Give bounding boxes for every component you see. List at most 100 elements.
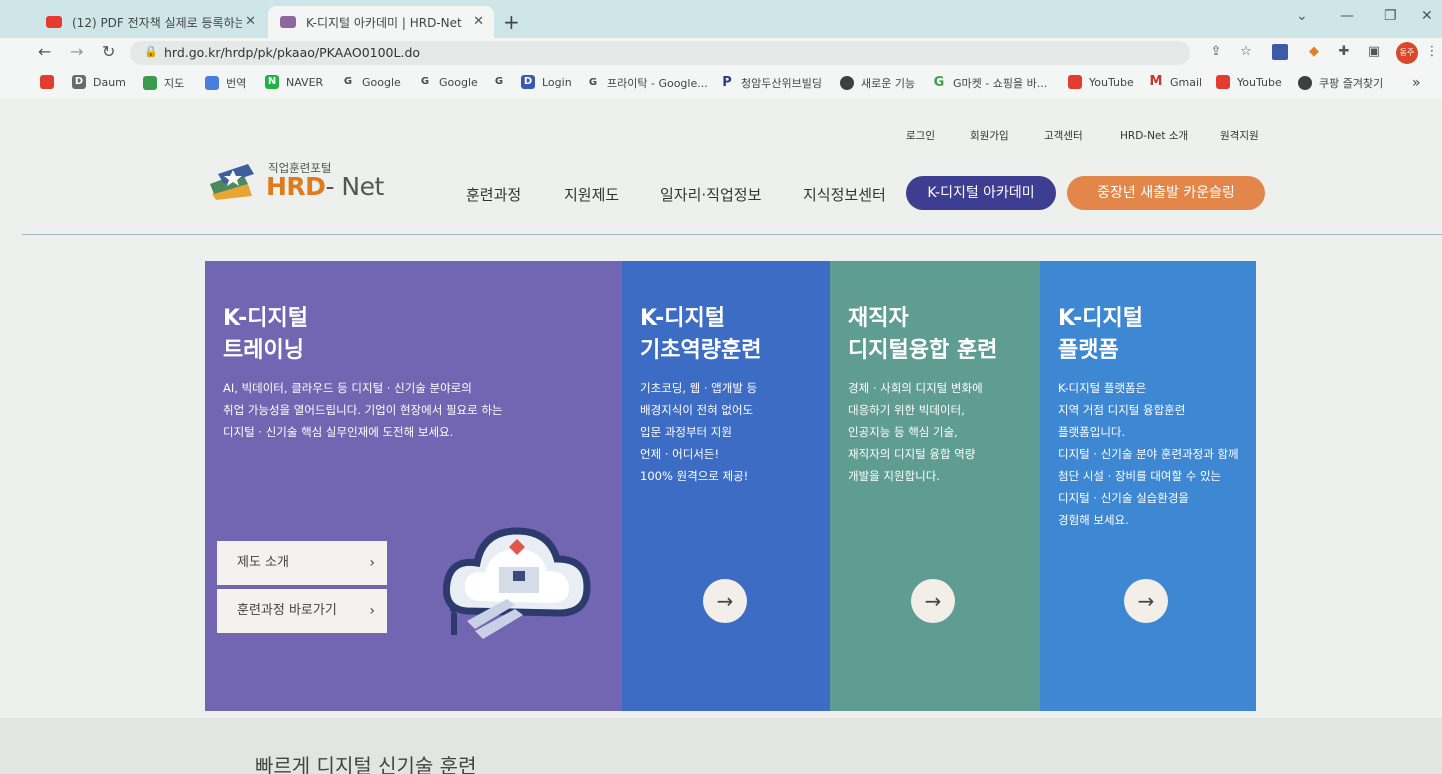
address-bar[interactable]: 🔒 hrd.go.kr/hrdp/pk/pkaao/PKAAO0100L.do: [130, 41, 1190, 65]
chevron-right-icon: ›: [369, 603, 375, 619]
panel-description: 기초코딩, 웹 · 앱개발 등 배경지식이 전혀 없어도 입문 과정부터 지원 언제 …: [640, 381, 758, 483]
web-page: 로그인 회원가입 고객센터 HRD-Net 소개 원격지원 직업훈련포털 HRD…: [0, 98, 1442, 774]
panel-description: K-디지털 플랫폼은 지역 거점 디지털 융합훈련 플랫폼입니다. 디지털 · 신기술…: [1058, 381, 1239, 527]
panel-description: 경제 · 사회의 디지털 변화에 대응하기 위한 빅데이터, 인공지능 등 핵심 기…: [848, 381, 983, 483]
bookmark-google[interactable]: G: [492, 75, 513, 89]
share-icon[interactable]: ⇪: [1208, 44, 1224, 60]
reload-button[interactable]: ↻: [102, 42, 115, 61]
bookmark-youtube[interactable]: YouTube: [1068, 75, 1134, 89]
bookmark-label: 지도: [164, 77, 185, 90]
arrow-right-button[interactable]: →: [1124, 579, 1168, 623]
bookmark-map[interactable]: 지도: [143, 75, 184, 91]
panel-k-digital-platform: K-디지털 플랫폼 K-디지털 플랫폼은 지역 거점 디지털 융합훈련 플랫폼입니다.…: [1040, 261, 1256, 711]
bookmark-label: Google: [439, 75, 478, 89]
url-text[interactable]: hrd.go.kr/hrdp/pk/pkaao/PKAAO0100L.do: [164, 45, 420, 60]
bookmark-coupang[interactable]: 쿠팡 즐겨찾기: [1298, 75, 1383, 91]
bookmark-star-icon[interactable]: ☆: [1238, 44, 1254, 60]
panel-title: K-디지털 기초역량훈련: [640, 306, 762, 363]
naver-icon: N: [265, 75, 279, 89]
bookmark-label: 새로운 기능: [861, 77, 916, 90]
bookmark-label: Daum: [93, 75, 126, 89]
new-tab-button[interactable]: +: [503, 10, 520, 34]
google-icon: G: [343, 76, 353, 87]
google-icon: G: [588, 77, 598, 88]
close-window-button[interactable]: ✕: [1421, 8, 1433, 24]
arrow-right-button[interactable]: →: [703, 579, 747, 623]
program-intro-button[interactable]: 제도 소개 ›: [217, 541, 387, 585]
tab-strip: (12) PDF 전자책 실제로 등록하는 ✕ K-디지털 아카데미 | HRD…: [0, 0, 1442, 38]
browser-tab-active[interactable]: K-디지털 아카데미 | HRD-Net ✕: [268, 6, 494, 38]
bookmark-label: YouTube: [1089, 75, 1134, 89]
login-link[interactable]: 로그인: [906, 128, 935, 143]
youtube-icon: [1216, 75, 1230, 89]
bookmark-gmarket[interactable]: G G마켓 - 쇼핑을 바...: [932, 75, 1048, 91]
more-bookmarks-icon[interactable]: »: [1412, 75, 1421, 91]
panel-worker-convergence: 재직자 디지털융합 훈련 경제 · 사회의 디지털 변화에 대응하기 위한 빅데이터…: [830, 261, 1042, 711]
bookmark-youtube[interactable]: YouTube: [1216, 75, 1282, 89]
youtube-icon: [40, 75, 54, 89]
midlife-counseling-button[interactable]: 중장년 새출발 카운슬링: [1067, 176, 1265, 210]
sidepanel-icon[interactable]: ▣: [1366, 44, 1382, 60]
bookmark-daum[interactable]: D Daum: [72, 75, 126, 89]
google-icon: G: [494, 76, 504, 87]
browser-tab[interactable]: (12) PDF 전자책 실제로 등록하는 ✕: [34, 6, 266, 38]
bookmark-naver[interactable]: N NAVER: [265, 75, 323, 89]
chevron-right-icon: ›: [369, 555, 375, 571]
panel-k-digital-training: K-디지털 트레이닝 AI, 빅데이터, 클라우드 등 디지털 · 신기술 분야로…: [205, 261, 629, 711]
nav-training-courses[interactable]: 훈련과정: [466, 184, 521, 205]
menu-icon[interactable]: ⋮: [1424, 44, 1440, 60]
bookmark-gmail[interactable]: M Gmail: [1149, 74, 1203, 89]
bookmark-google[interactable]: G Google: [341, 75, 401, 89]
restore-button[interactable]: ❐: [1384, 8, 1397, 24]
bookmarks-bar: D Daum 지도 번역 N NAVER G Google G Google G D Lo…: [0, 68, 1442, 98]
go-to-courses-button[interactable]: 훈련과정 바로가기 ›: [217, 589, 387, 633]
panel-title: 재직자 디지털융합 훈련: [848, 306, 998, 363]
extension-icon[interactable]: [1272, 44, 1288, 60]
nav-support-system[interactable]: 지원제도: [564, 184, 619, 205]
google-icon: G: [420, 76, 430, 87]
bookmark-label: 번역: [226, 77, 247, 90]
gmarket-icon: G: [933, 75, 945, 90]
bookmark-label: 청암두산위브빌딩: [741, 77, 822, 90]
bookmark-freitag[interactable]: G 프라이탁 - Google...: [586, 75, 708, 91]
close-icon[interactable]: ✕: [473, 14, 484, 29]
gmail-icon: M: [1149, 74, 1163, 89]
about-link[interactable]: HRD-Net 소개: [1120, 128, 1188, 143]
next-section-heading: 빠르게 디지털 신기술 훈련: [255, 754, 477, 774]
arrow-right-button[interactable]: →: [911, 579, 955, 623]
chevron-down-icon[interactable]: ⌄: [1296, 8, 1308, 24]
lock-icon[interactable]: 🔒: [144, 45, 158, 58]
bookmark-label: Google: [362, 75, 401, 89]
nav-job-info[interactable]: 일자리·직업정보: [660, 184, 761, 205]
bookmark-translate[interactable]: 번역: [205, 75, 246, 91]
bookmark-youtube[interactable]: [40, 75, 61, 89]
back-button[interactable]: ←: [38, 42, 51, 61]
p-icon: P: [722, 75, 732, 90]
header-divider: [22, 234, 1442, 235]
forward-button[interactable]: →: [70, 42, 83, 61]
button-label: 훈련과정 바로가기: [237, 603, 337, 618]
signup-link[interactable]: 회원가입: [970, 128, 1009, 143]
puzzle-icon[interactable]: ✚: [1336, 44, 1352, 60]
logo-brand: HRD- Net: [266, 172, 384, 201]
nav-knowledge-center[interactable]: 지식정보센터: [803, 184, 886, 205]
avatar[interactable]: 동주: [1396, 42, 1418, 64]
bookmark-label: G마켓 - 쇼핑을 바...: [953, 77, 1048, 90]
k-digital-academy-button[interactable]: K-디지털 아카데미: [906, 176, 1056, 210]
bookmark-login[interactable]: D Login: [521, 75, 572, 89]
bookmark-building[interactable]: P 청암두산위브빌딩: [720, 75, 822, 91]
customer-center-link[interactable]: 고객센터: [1044, 128, 1083, 143]
youtube-icon: [46, 16, 62, 28]
map-icon: [143, 76, 157, 90]
panel-description: AI, 빅데이터, 클라우드 등 디지털 · 신기술 분야로의 취업 가능성을 열…: [223, 381, 503, 439]
site-logo[interactable]: 직업훈련포털 HRD- Net: [208, 156, 398, 206]
tab-title: K-디지털 아카데미 | HRD-Net: [306, 15, 462, 30]
close-icon[interactable]: ✕: [245, 14, 256, 29]
bookmark-label: NAVER: [286, 75, 324, 89]
bookmark-google[interactable]: G Google: [418, 75, 478, 89]
minimize-button[interactable]: —: [1340, 8, 1354, 24]
hrdnet-favicon-icon: [280, 16, 296, 28]
bookmark-new-features[interactable]: 새로운 기능: [840, 75, 915, 91]
metamask-icon[interactable]: ◆: [1306, 44, 1322, 60]
remote-support-link[interactable]: 원격지원: [1220, 128, 1259, 143]
